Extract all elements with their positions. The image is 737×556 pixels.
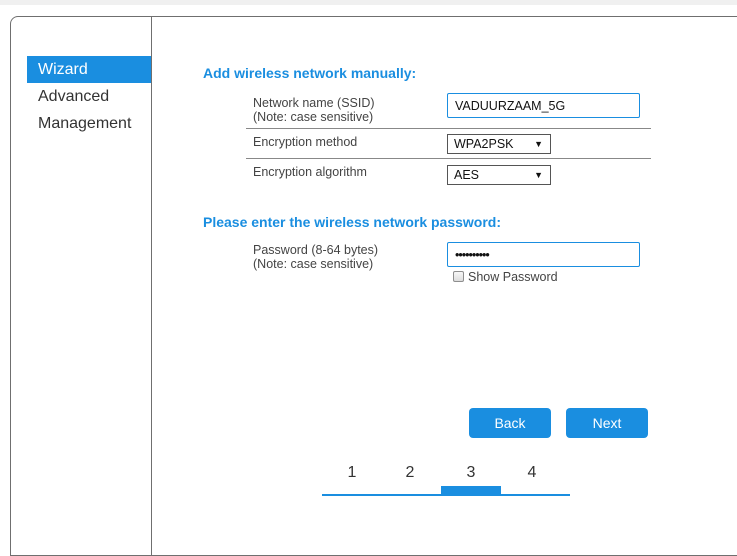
step-indicator: 1 2 3 4 [322,464,570,496]
row-separator [246,128,651,129]
sidebar-item-management[interactable]: Management [27,110,151,137]
sidebar-item-wizard[interactable]: Wizard [27,56,151,83]
encryption-algorithm-select[interactable]: AES ▼ [447,165,551,185]
encryption-algorithm-label: Encryption algorithm [253,165,367,179]
password-label: Password (8-64 bytes) (Note: case sensit… [253,243,378,271]
manual-section-title: Add wireless network manually: [203,65,417,81]
step-progress-line [322,494,570,496]
step-3: 3 [466,464,476,481]
password-label-line2: (Note: case sensitive) [253,257,374,271]
sidebar-divider [151,16,152,556]
ssid-label: Network name (SSID) (Note: case sensitiv… [253,96,375,124]
show-password-label[interactable]: Show Password [468,270,558,284]
row-separator [246,158,651,159]
encryption-method-value: WPA2PSK [454,137,514,151]
encryption-method-select[interactable]: WPA2PSK ▼ [447,134,551,154]
top-band [0,0,737,5]
step-1: 1 [347,464,357,481]
step-4: 4 [527,464,537,481]
caret-down-icon: ▼ [534,170,543,180]
caret-down-icon: ▼ [534,139,543,149]
ssid-label-line1: Network name (SSID) [253,96,375,110]
show-password-checkbox[interactable] [453,271,464,282]
password-section-title: Please enter the wireless network passwo… [203,214,502,230]
ssid-label-line2: (Note: case sensitive) [253,110,374,124]
encryption-method-label: Encryption method [253,135,358,149]
password-input[interactable] [447,242,640,267]
password-label-line1: Password (8-64 bytes) [253,243,379,257]
ssid-input[interactable] [447,93,640,118]
step-2: 2 [405,464,415,481]
back-button[interactable]: Back [469,408,551,438]
next-button[interactable]: Next [566,408,648,438]
encryption-algorithm-value: AES [454,168,480,182]
sidebar-nav: Wizard Advanced Management [27,56,151,137]
sidebar-item-advanced[interactable]: Advanced [27,83,151,110]
